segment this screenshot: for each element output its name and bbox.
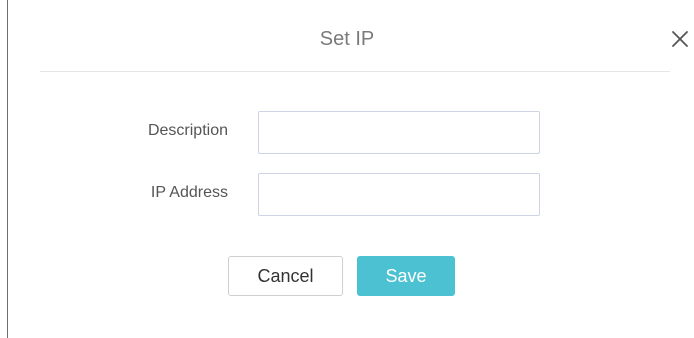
save-button[interactable]: Save	[357, 256, 455, 296]
title-divider	[40, 71, 670, 72]
ip-address-input[interactable]	[258, 173, 540, 216]
cancel-button[interactable]: Cancel	[228, 256, 343, 296]
close-icon	[672, 31, 688, 47]
dialog-title: Set IP	[319, 28, 375, 50]
description-input[interactable]	[258, 111, 540, 154]
close-button[interactable]	[667, 26, 693, 52]
set-ip-dialog: Set IP Description IP Address Cancel Sav…	[0, 0, 694, 338]
ip-address-label: IP Address	[150, 184, 228, 201]
description-label: Description	[147, 122, 228, 139]
